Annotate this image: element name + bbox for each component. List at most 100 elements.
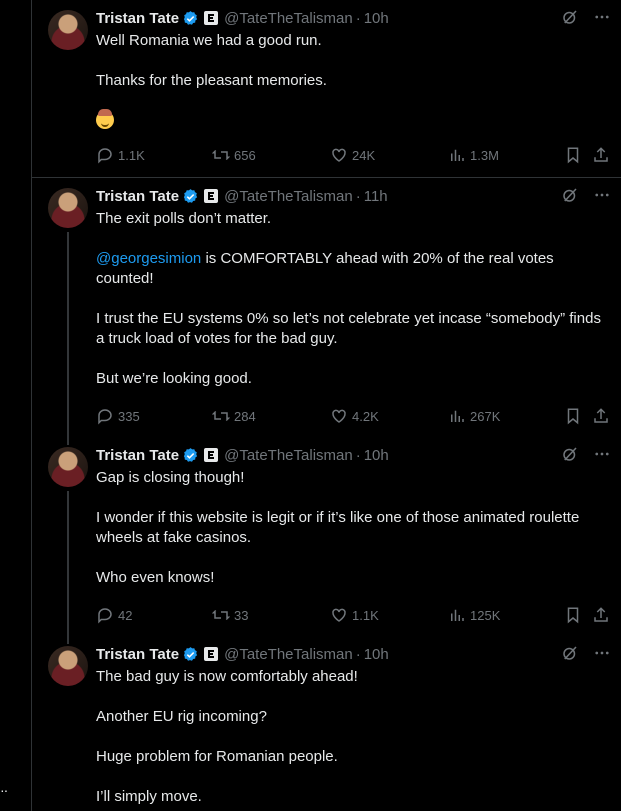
views-button[interactable]: 125K (448, 605, 500, 625)
views-icon (451, 410, 464, 422)
repost-icon (212, 410, 230, 422)
grok-icon[interactable] (561, 445, 579, 463)
repost-count: 33 (234, 607, 249, 623)
separator-dot: · (355, 9, 361, 27)
action-bar: 335 284 4.2K 267K (96, 406, 616, 426)
tweet-header: Tristan Tate @TateTheTalisman · 10h (96, 8, 611, 28)
grok-icon[interactable] (561, 8, 579, 26)
affiliate-badge-icon[interactable] (204, 189, 219, 203)
verified-badge-icon (182, 188, 199, 205)
action-bar: 42 33 1.1K 125K (96, 605, 616, 625)
repost-icon (212, 149, 230, 161)
share-button[interactable] (592, 406, 610, 426)
bookmark-button[interactable] (564, 145, 582, 165)
reply-icon (98, 148, 112, 164)
bookmark-icon (567, 408, 579, 425)
like-button[interactable]: 4.2K (330, 406, 379, 426)
author-name[interactable]: Tristan Tate (96, 447, 179, 464)
reply-count: 335 (118, 408, 140, 424)
author-handle[interactable]: @TateTheTalisman (224, 10, 353, 27)
separator-dot: · (355, 645, 361, 663)
author-handle[interactable]: @TateTheTalisman (224, 646, 353, 663)
views-icon (451, 149, 464, 161)
share-button[interactable] (592, 145, 610, 165)
tweet-text: Gap is closing though! I wonder if this … (96, 468, 608, 588)
reply-button[interactable]: 42 (96, 605, 132, 625)
author-handle[interactable]: @TateTheTalisman (224, 447, 353, 464)
tweet[interactable]: Tristan Tate @TateTheTalisman · 10h Gap … (32, 437, 621, 637)
tweet-header: Tristan Tate @TateTheTalisman · 11h (96, 186, 611, 206)
repost-button[interactable]: 656 (212, 145, 256, 165)
more-icon[interactable] (593, 186, 611, 204)
grok-icon[interactable] (561, 644, 579, 662)
bookmark-button[interactable] (564, 406, 582, 426)
avatar[interactable] (48, 447, 88, 487)
tweet[interactable]: Tristan Tate @TateTheTalisman · 10h Well… (32, 0, 621, 178)
avatar[interactable] (48, 188, 88, 228)
tweet-header: Tristan Tate @TateTheTalisman · 10h (96, 445, 611, 465)
timeline: Tristan Tate @TateTheTalisman · 10h Well… (32, 0, 621, 811)
like-button[interactable]: 1.1K (330, 605, 379, 625)
like-icon (332, 148, 346, 162)
affiliate-badge-icon[interactable] (204, 647, 219, 661)
affiliate-badge-icon[interactable] (204, 448, 219, 462)
author-name[interactable]: Tristan Tate (96, 188, 179, 205)
share-button[interactable] (592, 605, 610, 625)
separator-dot: · (355, 446, 361, 464)
like-count: 1.1K (352, 607, 379, 623)
reply-button[interactable]: 1.1K (96, 145, 145, 165)
repost-button[interactable]: 33 (212, 605, 248, 625)
mention-link[interactable]: @georgesimion (96, 250, 201, 267)
author-handle[interactable]: @TateTheTalisman (224, 188, 353, 205)
views-count: 267K (470, 408, 501, 424)
reply-icon (98, 409, 112, 425)
bookmark-button[interactable] (564, 605, 582, 625)
like-count: 24K (352, 147, 376, 163)
grok-icon[interactable] (561, 186, 579, 204)
action-bar: 1.1K 656 24K 1.3M (96, 145, 616, 165)
verified-badge-icon (182, 10, 199, 27)
timestamp[interactable]: 10h (364, 10, 389, 27)
avatar[interactable] (48, 646, 88, 686)
reply-icon (98, 608, 112, 624)
timestamp[interactable]: 11h (364, 188, 388, 205)
tweet-paragraph: Who even knows! (96, 569, 215, 586)
more-icon[interactable] (593, 445, 611, 463)
affiliate-badge-icon[interactable] (204, 11, 219, 25)
tweet[interactable]: Tristan Tate @TateTheTalisman · 11h The … (32, 178, 621, 438)
repost-count: 656 (234, 147, 256, 163)
avatar[interactable] (48, 10, 88, 50)
tweet[interactable]: Tristan Tate @TateTheTalisman · 10h The … (32, 636, 621, 811)
timestamp[interactable]: 10h (364, 646, 389, 663)
share-icon (594, 147, 608, 162)
repost-button[interactable]: 284 (212, 406, 256, 426)
bookmark-icon (567, 607, 579, 624)
author-name[interactable]: Tristan Tate (96, 10, 179, 27)
views-button[interactable]: 267K (448, 406, 500, 426)
author-name[interactable]: Tristan Tate (96, 646, 179, 663)
views-icon (451, 609, 464, 621)
reply-button[interactable]: 335 (96, 406, 140, 426)
views-count: 1.3M (470, 147, 499, 163)
tweet-text: The exit polls don’t matter. @georgesimi… (96, 209, 608, 389)
tweet-text: The bad guy is now comfortably ahead! An… (96, 667, 608, 807)
tweet-paragraph: Another EU rig incoming? (96, 708, 267, 725)
thread-line (67, 232, 69, 438)
more-icon[interactable] (593, 644, 611, 662)
rail-more-icon[interactable]: ·· (0, 782, 12, 798)
more-icon[interactable] (593, 8, 611, 26)
tweet-paragraph: I’ll simply move. (96, 788, 202, 805)
tweet-paragraph: I trust the EU systems 0% so let’s not c… (96, 310, 601, 347)
views-button[interactable]: 1.3M (448, 145, 499, 165)
views-count: 125K (470, 607, 501, 623)
tweet-paragraph: Huge problem for Romanian people. (96, 748, 338, 765)
reply-count: 42 (118, 607, 133, 623)
tweet-paragraph: The bad guy is now comfortably ahead! (96, 668, 358, 685)
timestamp[interactable]: 10h (364, 447, 389, 464)
tweet-paragraph: Gap is closing though! (96, 469, 245, 486)
reply-count: 1.1K (118, 147, 145, 163)
share-icon (594, 408, 608, 423)
separator-dot: · (355, 187, 361, 205)
like-button[interactable]: 24K (330, 145, 375, 165)
thread-line (67, 437, 69, 445)
